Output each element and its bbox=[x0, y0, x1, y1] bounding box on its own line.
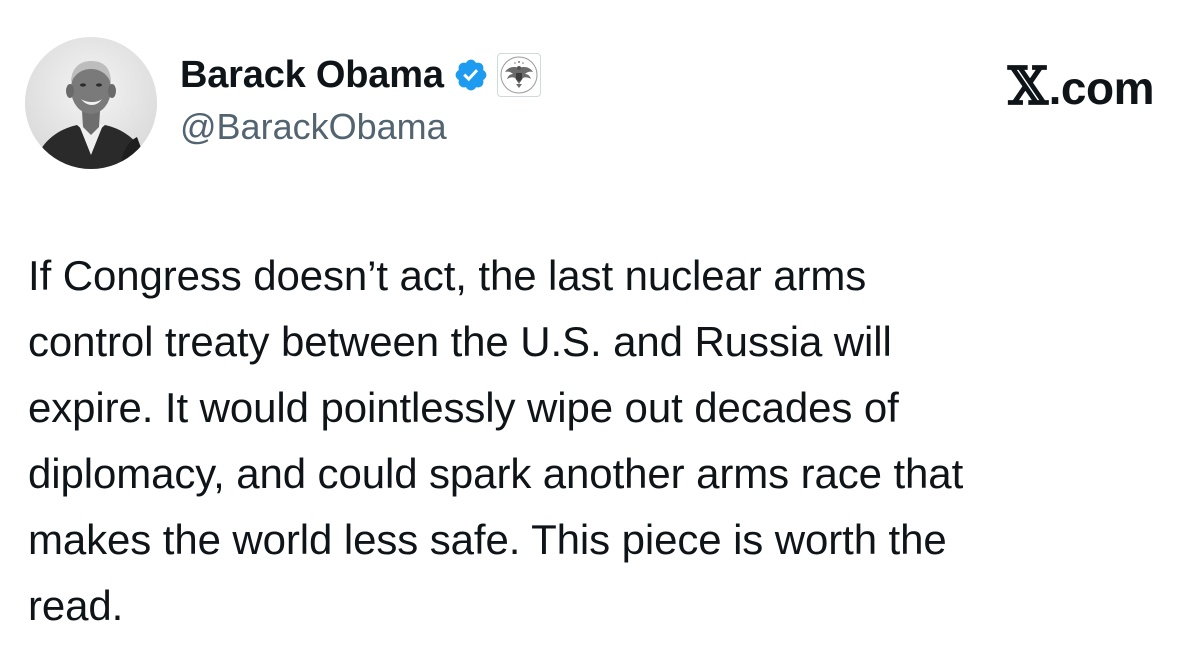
avatar-photo-icon bbox=[25, 37, 157, 169]
author-handle[interactable]: @BarackObama bbox=[180, 106, 541, 148]
verified-check-icon[interactable] bbox=[453, 57, 489, 93]
x-com-brand[interactable]: 𝕏 .com bbox=[1007, 56, 1155, 117]
tweet-text: If Congress doesn’t act, the last nuclea… bbox=[28, 243, 1178, 639]
tweet-text-line: If Congress doesn’t act, the last nuclea… bbox=[28, 252, 867, 299]
tweet-text-line: read. bbox=[28, 582, 124, 629]
tweet-text-line: diplomacy, and could spark another arms … bbox=[28, 450, 964, 497]
government-seal-icon[interactable] bbox=[496, 53, 541, 97]
tweet-text-line: expire. It would pointlessly wipe out de… bbox=[28, 384, 899, 431]
tweet-card: Barack Obama @BarackObama 𝕏 .com If Cong… bbox=[0, 0, 1200, 672]
x-logo-icon: 𝕏 bbox=[1007, 56, 1048, 117]
author-display-name[interactable]: Barack Obama bbox=[180, 54, 444, 97]
tweet-text-line: control treaty between the U.S. and Russ… bbox=[28, 318, 892, 365]
tweet-text-line: makes the world less safe. This piece is… bbox=[28, 516, 947, 563]
brand-domain: .com bbox=[1048, 62, 1155, 114]
author-name-row: Barack Obama bbox=[180, 50, 541, 100]
author-block: Barack Obama @BarackObama bbox=[180, 50, 541, 148]
avatar[interactable] bbox=[25, 37, 157, 169]
